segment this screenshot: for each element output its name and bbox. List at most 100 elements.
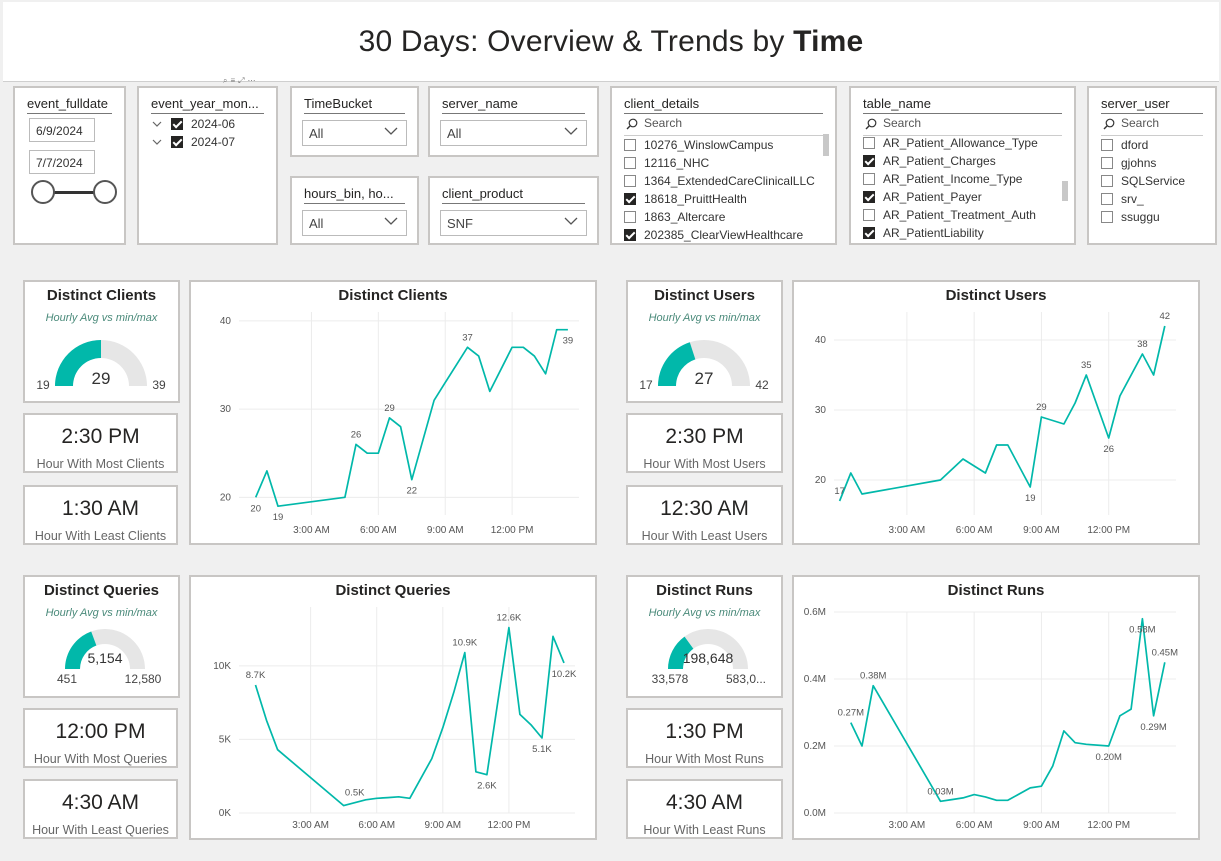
chart-card-runs: Distinct Runs 3:00 AM 6:00 AM 9:00 AM 12:00… (792, 575, 1200, 840)
list-item[interactable]: AR_Patient_Treatment_Auth (863, 206, 1056, 224)
end-date-input[interactable]: 7/7/2024 (29, 150, 95, 174)
list-item[interactable]: AR_Patient_Income_Type (863, 170, 1056, 188)
y-tick-label: 40 (815, 335, 827, 346)
slicer-table-name: table_name Search AR_Patient_Allowance_T… (849, 86, 1076, 245)
kpi-value: 1:30 AM (61, 497, 140, 520)
slicer-server-user: server_user Search dford gjohns SQLService… (1087, 86, 1217, 245)
chevron-down-icon[interactable] (151, 136, 163, 148)
list-item[interactable]: SQLService (1101, 172, 1203, 190)
series-line (838, 325, 1166, 502)
data-label: 19 (273, 512, 284, 523)
list-item[interactable]: 2024-07 (151, 133, 264, 151)
kpi-label: Hour With Most Queries (33, 752, 168, 766)
client-details-search[interactable]: Search (624, 116, 823, 136)
slicer-title: client_product (442, 186, 585, 204)
scrollbar[interactable] (823, 134, 829, 156)
list-item[interactable]: 18618_PruittHealth (624, 190, 817, 208)
kpi-card-queries-most: 12:00 PM Hour With Most Queries (23, 708, 178, 768)
checkbox[interactable] (1101, 157, 1113, 169)
dropdown-value: SNF (447, 216, 473, 231)
kpi-card-clients-most: 2:30 PM Hour With Most Clients (23, 413, 178, 473)
checkbox[interactable] (863, 137, 875, 149)
checkbox[interactable] (863, 191, 875, 203)
kpi-value: 1:30 PM (665, 720, 744, 743)
chart-card-clients: Distinct Clients 3:00 AM 6:00 AM 9:00 AM 12… (189, 280, 597, 545)
list-item[interactable]: 1863_Altercare (624, 208, 817, 226)
data-label: 26 (1103, 444, 1114, 455)
x-tick-label: 6:00 AM (956, 820, 993, 831)
list-item[interactable]: AR_Patient_Allowance_Type (863, 134, 1056, 152)
data-label: 8.7K (246, 670, 266, 681)
card-title: Distinct Users (654, 287, 755, 304)
checkbox[interactable] (1101, 211, 1113, 223)
search-icon (626, 118, 638, 130)
checkbox[interactable] (863, 227, 875, 239)
y-tick-label: 0K (219, 808, 232, 819)
checkbox[interactable] (863, 173, 875, 185)
checkbox[interactable] (1101, 193, 1113, 205)
list-item[interactable]: AR_Patient_Payer (863, 188, 1056, 206)
y-tick-label: 30 (815, 405, 827, 416)
client-details-list: 10276_WinslowCampus 12116_NHC 1364_Extende… (624, 136, 817, 244)
kpi-label: Hour With Most Runs (645, 752, 764, 766)
gauge-value: 5,154 (87, 650, 122, 666)
list-item[interactable]: 10276_WinslowCampus (624, 136, 817, 154)
checkbox[interactable] (1101, 175, 1113, 187)
slicer-title: event_year_mon... (151, 96, 264, 114)
checkbox[interactable] (624, 175, 636, 187)
chevron-down-icon[interactable] (151, 118, 163, 130)
x-tick-label: 6:00 AM (956, 525, 993, 536)
visual-header-icons[interactable]: ⌕≡⤢⋯ (223, 76, 277, 86)
list-item[interactable]: gjohns (1101, 154, 1203, 172)
x-tick-label: 12:00 PM (491, 525, 534, 536)
checkbox[interactable] (624, 193, 636, 205)
data-label: 0.27M (838, 708, 864, 719)
checkbox[interactable] (863, 155, 875, 167)
slicer-title: TimeBucket (304, 96, 405, 114)
hours-bin-dropdown[interactable]: All (302, 210, 407, 236)
gauge-max: 42 (755, 378, 769, 392)
list-item[interactable]: ssuggu (1101, 208, 1203, 226)
server-user-search[interactable]: Search (1101, 116, 1203, 136)
list-item[interactable]: AR_PatientLiability (863, 224, 1056, 242)
list-item[interactable]: 2024-06 (151, 115, 264, 133)
checkbox[interactable] (1101, 139, 1113, 151)
scrollbar[interactable] (1062, 181, 1068, 201)
data-label: 29 (1036, 402, 1047, 413)
list-item[interactable]: 202385_ClearViewHealthcare (624, 226, 817, 244)
range-end-handle[interactable] (93, 180, 117, 204)
gauge-min: 17 (639, 378, 653, 392)
checkbox[interactable] (863, 209, 875, 221)
x-tick-label: 3:00 AM (293, 525, 330, 536)
timebucket-dropdown[interactable]: All (302, 120, 407, 146)
range-start-handle[interactable] (31, 180, 55, 204)
data-label: 39 (563, 336, 574, 347)
table-name-search[interactable]: Search (863, 116, 1062, 136)
slicer-title: server_user (1101, 96, 1203, 114)
client-product-dropdown[interactable]: SNF (440, 210, 587, 236)
kpi-label: Hour With Least Clients (34, 529, 167, 543)
list-item[interactable]: dford (1101, 136, 1203, 154)
list-item[interactable]: AR_Patient_Charges (863, 152, 1056, 170)
x-tick-label: 3:00 AM (889, 820, 926, 831)
gauge-runs: 198,648 33,578 583,0... (652, 629, 766, 686)
list-item[interactable]: srv_ (1101, 190, 1203, 208)
checkbox[interactable] (171, 136, 183, 148)
data-label: 10.2K (552, 669, 577, 680)
line-chart-queries: 3:00 AM 6:00 AM 9:00 AM 12:00 PM 0K 5K 10K 8.7K… (213, 607, 577, 831)
gauge-min: 33,578 (652, 672, 689, 686)
server-name-dropdown[interactable]: All (440, 120, 587, 146)
gauge-users: 27 17 42 (639, 340, 769, 392)
checkbox[interactable] (624, 139, 636, 151)
list-item[interactable]: 1364_ExtendedCareClinicalLLC (624, 172, 817, 190)
kpi-card-users-least: 12:30 AM Hour With Least Users (626, 485, 783, 545)
checkbox[interactable] (624, 211, 636, 223)
list-item[interactable]: 12116_NHC (624, 154, 817, 172)
gauge-clients: 29 19 39 (36, 340, 166, 392)
list-item-label: 202385_ClearViewHealthcare (644, 228, 804, 242)
checkbox[interactable] (624, 229, 636, 241)
start-date-input[interactable]: 6/9/2024 (29, 118, 95, 142)
card-subtitle: Hourly Avg vs min/max (45, 312, 158, 324)
checkbox[interactable] (171, 118, 183, 130)
checkbox[interactable] (624, 157, 636, 169)
